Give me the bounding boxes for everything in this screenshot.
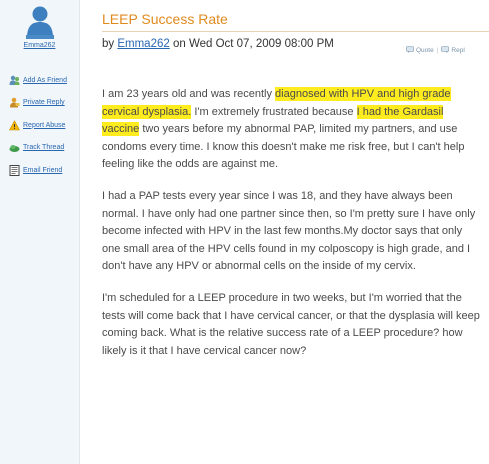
post-title: LEEP Success Rate — [102, 11, 228, 27]
sidebar-actions: Add As Friend Private Reply Report Abuse… — [8, 74, 78, 187]
warning-icon — [8, 119, 20, 131]
add-as-friend-label: Add As Friend — [23, 76, 67, 84]
add-as-friend-link[interactable]: Add As Friend — [8, 74, 78, 86]
track-thread-link[interactable]: Track Thread — [8, 142, 78, 154]
reply-label: Repl — [451, 47, 465, 54]
quote-button[interactable]: Quote — [406, 46, 434, 55]
quote-label: Quote — [416, 47, 434, 54]
author-link[interactable]: Emma262 — [117, 38, 169, 50]
email-icon — [8, 164, 20, 176]
user-avatar-icon[interactable] — [26, 5, 54, 39]
title-divider — [102, 31, 489, 32]
paragraph1-part1: I am 23 years old and was recently — [102, 88, 276, 100]
post-paragraph-2: I had a PAP tests every year since I was… — [102, 189, 476, 273]
add-friend-icon — [8, 74, 20, 86]
quote-icon — [406, 46, 416, 55]
track-thread-label: Track Thread — [23, 144, 65, 151]
email-friend-label: Email Friend — [23, 166, 63, 174]
action-separator: | — [436, 47, 439, 54]
byline-prefix: by — [102, 38, 118, 50]
track-thread-icon — [8, 142, 20, 154]
email-friend-link[interactable]: Email Friend — [8, 164, 78, 176]
forum-post-page: Emma262 Add As Friend Private Reply Repo… — [0, 0, 489, 464]
post-byline: by Emma262 on Wed Oct 07, 2009 08:00 PM — [102, 38, 334, 50]
post-paragraph-1: I am 23 years old and was recently diagn… — [102, 86, 482, 174]
post-body: I am 23 years old and was recently diagn… — [102, 86, 482, 374]
report-abuse-link[interactable]: Report Abuse — [8, 119, 78, 131]
user-sidebar: Emma262 Add As Friend Private Reply Repo… — [0, 0, 80, 464]
reply-icon — [441, 46, 451, 55]
private-reply-icon — [8, 97, 20, 109]
private-reply-label: Private Reply — [23, 99, 65, 106]
post-paragraph-3: I'm scheduled for a LEEP procedure in tw… — [102, 291, 480, 357]
paragraph1-part2: I'm extremely frustrated because — [191, 105, 357, 118]
private-reply-link[interactable]: Private Reply — [8, 97, 78, 109]
post-date: on Wed Oct 07, 2009 08:00 PM — [169, 38, 334, 50]
reply-button[interactable]: Repl — [441, 46, 465, 55]
post-main: LEEP Success Rate by Emma262 on Wed Oct … — [86, 0, 489, 464]
paragraph1-part3: two years before my abnormal PAP, limite… — [102, 123, 465, 171]
username-link[interactable]: Emma262 — [0, 42, 79, 49]
report-abuse-label: Report Abuse — [23, 121, 66, 129]
post-actions: Quote | Repl — [406, 46, 465, 55]
